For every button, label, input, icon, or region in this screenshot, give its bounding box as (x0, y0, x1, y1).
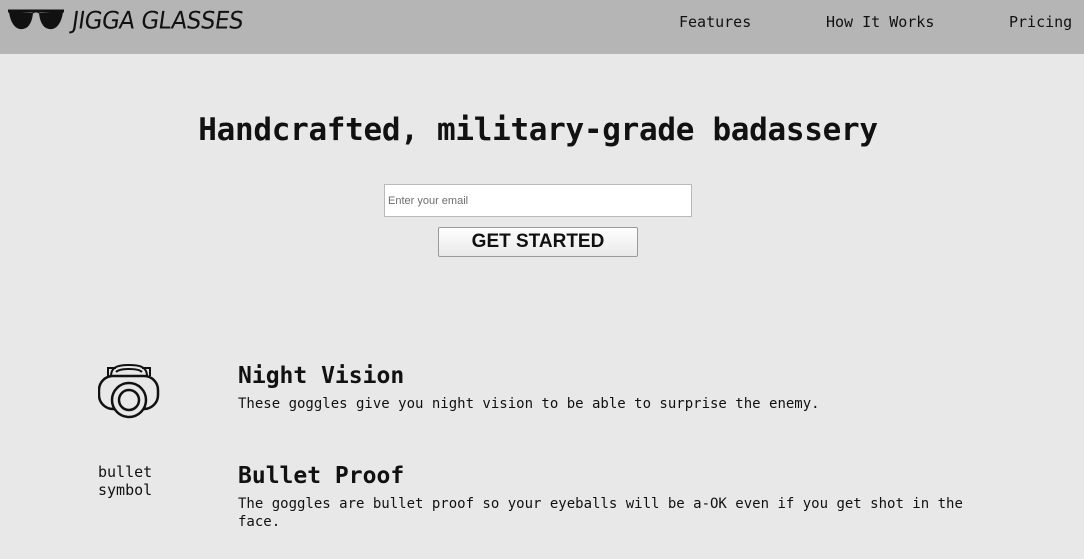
email-input[interactable] (384, 184, 692, 217)
sunglasses-icon (8, 7, 64, 35)
nav-link-pricing[interactable]: Pricing (1009, 12, 1072, 32)
site-header: JIGGA GLASSES Features How It Works Pric… (0, 0, 1084, 54)
feature-title-night-vision: Night Vision (238, 363, 405, 389)
nav-link-how-it-works[interactable]: How It Works (826, 12, 934, 32)
logo[interactable]: JIGGA GLASSES (8, 6, 245, 36)
feature-title-bullet-proof: Bullet Proof (238, 463, 405, 489)
night-vision-goggles-icon (97, 363, 160, 424)
get-started-button[interactable]: GET STARTED (438, 227, 638, 257)
bullet-icon: bullet symbol (98, 463, 153, 499)
feature-description-bullet-proof: The goggles are bullet proof so your eye… (238, 496, 963, 530)
feature-description-night-vision: These goggles give you night vision to b… (238, 396, 820, 412)
nav-link-features[interactable]: Features (679, 12, 751, 32)
logo-text: JIGGA GLASSES (70, 7, 245, 35)
hero-title: Handcrafted, military-grade badassery (198, 112, 878, 148)
